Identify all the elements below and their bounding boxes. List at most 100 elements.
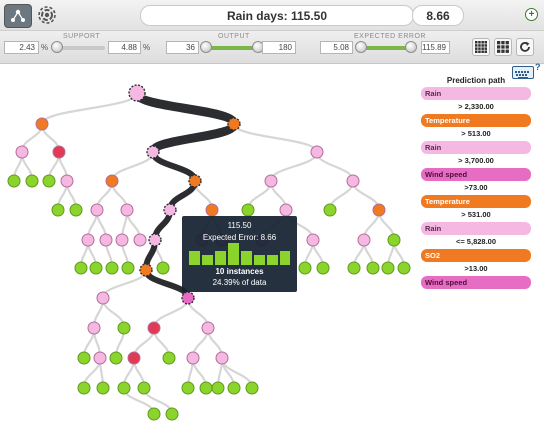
tree-leaf-node[interactable] (181, 381, 195, 395)
output-min-handle[interactable] (200, 41, 212, 53)
tree-leaf-node[interactable] (117, 381, 131, 395)
help-icon[interactable]: ? (535, 62, 541, 72)
tree-split-node[interactable] (139, 263, 153, 277)
tree-leaf-node[interactable] (74, 261, 88, 275)
tree-leaf-node[interactable] (387, 233, 401, 247)
tree-split-node[interactable] (127, 351, 141, 365)
output-max-input[interactable]: 180 (262, 41, 296, 54)
tree-split-node[interactable] (181, 291, 195, 305)
tree-split-node[interactable] (52, 145, 66, 159)
tree-split-node[interactable] (90, 203, 104, 217)
sunburst-view-button[interactable] (34, 4, 60, 26)
tree-split-node[interactable] (99, 233, 113, 247)
tree-leaf-node[interactable] (105, 261, 119, 275)
tree-leaf-node[interactable] (156, 261, 170, 275)
tree-leaf-node[interactable] (25, 174, 39, 188)
tree-leaf-node[interactable] (89, 261, 103, 275)
tree-leaf-node[interactable] (165, 407, 179, 421)
tree-split-node[interactable] (93, 351, 107, 365)
tree-split-node[interactable] (372, 203, 386, 217)
tree-leaf-node[interactable] (298, 261, 312, 275)
expected-error-min-input[interactable]: 5.08 (320, 41, 353, 54)
tree-split-node[interactable] (264, 174, 278, 188)
tree-split-node[interactable] (148, 233, 162, 247)
tree-leaf-node[interactable] (199, 381, 213, 395)
tree-split-node[interactable] (87, 321, 101, 335)
tree-split-node[interactable] (105, 174, 119, 188)
tree-leaf-node[interactable] (77, 381, 91, 395)
tree-leaf-node[interactable] (211, 381, 225, 395)
tree-split-node[interactable] (205, 203, 219, 217)
tree-split-node[interactable] (146, 145, 160, 159)
prediction-path-field[interactable]: Wind speed (421, 276, 531, 289)
expected-error-slider[interactable] (360, 46, 410, 50)
tree-split-node[interactable] (81, 233, 95, 247)
tree-split-node[interactable] (346, 174, 360, 188)
tree-split-node[interactable] (163, 203, 177, 217)
tree-split-node[interactable] (188, 174, 202, 188)
prediction-path-field[interactable]: Rain (421, 87, 531, 100)
tree-split-node[interactable] (60, 174, 74, 188)
tree-leaf-node[interactable] (137, 381, 151, 395)
tree-leaf-node[interactable] (77, 351, 91, 365)
prediction-path-field[interactable]: Rain (421, 222, 531, 235)
grid-button[interactable] (494, 38, 512, 56)
tree-split-node[interactable] (35, 117, 49, 131)
output-slider[interactable] (205, 46, 257, 50)
tree-leaf-node[interactable] (323, 203, 337, 217)
tree-split-node[interactable] (133, 233, 147, 247)
tree-split-node[interactable] (128, 84, 146, 102)
support-label: SUPPORT (63, 33, 101, 40)
tree-split-node[interactable] (215, 351, 229, 365)
tree-leaf-node[interactable] (245, 381, 259, 395)
tree-split-node[interactable] (120, 203, 134, 217)
prediction-path-field[interactable]: SO2 (421, 249, 531, 262)
support-min-input[interactable]: 2.43 (4, 41, 39, 54)
tree-leaf-node[interactable] (69, 203, 83, 217)
tree-split-node[interactable] (186, 351, 200, 365)
support-max-input[interactable]: 4.88 (108, 41, 141, 54)
tree-leaf-node[interactable] (397, 261, 411, 275)
tree-leaf-node[interactable] (96, 381, 110, 395)
tree-split-node[interactable] (15, 145, 29, 159)
prediction-path-field[interactable]: Wind speed (421, 168, 531, 181)
tree-leaf-node[interactable] (162, 351, 176, 365)
tree-leaf-node[interactable] (121, 261, 135, 275)
tree-leaf-node[interactable] (109, 351, 123, 365)
tree-leaf-node[interactable] (381, 261, 395, 275)
output-min-input[interactable]: 36 (166, 41, 199, 54)
tree-leaf-node[interactable] (51, 203, 65, 217)
tree-split-node[interactable] (310, 145, 324, 159)
top-bar: Rain days: 115.50 8.66 + (0, 0, 544, 31)
tree-split-node[interactable] (357, 233, 371, 247)
expected-error-max-handle[interactable] (405, 41, 417, 53)
tree-split-node[interactable] (279, 203, 293, 217)
prediction-path-field[interactable]: Temperature (421, 114, 531, 127)
tree-split-node[interactable] (227, 117, 241, 131)
expand-icon[interactable]: + (525, 8, 538, 21)
tree-leaf-node[interactable] (42, 174, 56, 188)
tree-leaf-node[interactable] (347, 261, 361, 275)
tree-leaf-node[interactable] (7, 174, 21, 188)
prediction-path-field[interactable]: Temperature (421, 195, 531, 208)
histogram-bar (241, 251, 252, 265)
tree-leaf-node[interactable] (316, 261, 330, 275)
tree-leaf-node[interactable] (366, 261, 380, 275)
tree-split-node[interactable] (147, 321, 161, 335)
tree-leaf-node[interactable] (147, 407, 161, 421)
refresh-button[interactable] (516, 38, 534, 56)
tree-split-node[interactable] (96, 291, 110, 305)
dense-grid-button[interactable] (472, 38, 490, 56)
tree-split-node[interactable] (115, 233, 129, 247)
tree-leaf-node[interactable] (117, 321, 131, 335)
sunburst-view-icon (38, 6, 56, 24)
support-min-handle[interactable] (51, 41, 63, 53)
expected-error-min-handle[interactable] (355, 41, 367, 53)
tree-leaf-node[interactable] (241, 203, 255, 217)
tree-split-node[interactable] (201, 321, 215, 335)
tree-view-button[interactable] (4, 4, 32, 28)
prediction-path-field[interactable]: Rain (421, 141, 531, 154)
expected-error-max-input[interactable]: 115.89 (421, 41, 450, 54)
tree-leaf-node[interactable] (227, 381, 241, 395)
tree-split-node[interactable] (306, 233, 320, 247)
